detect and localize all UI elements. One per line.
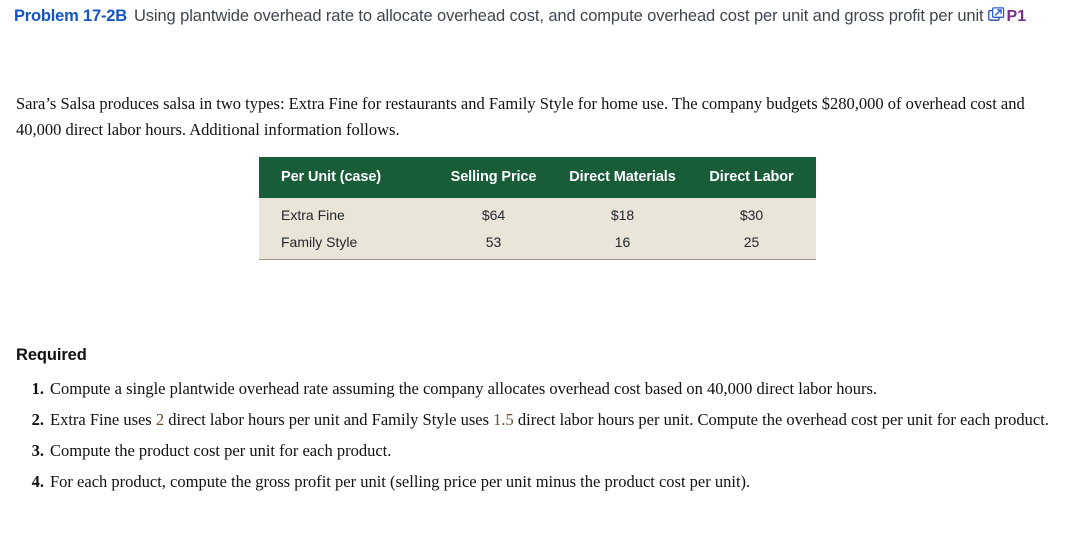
table-row: Family Style 53 16 25 bbox=[259, 229, 816, 260]
problem-label: Problem 17-2B bbox=[14, 7, 127, 25]
list-item-text: Compute the product cost per unit for ea… bbox=[50, 441, 392, 460]
list-item-text-middle: direct labor hours per unit and Family S… bbox=[164, 410, 494, 429]
required-list: 1. Compute a single plantwide overhead ra… bbox=[16, 376, 1066, 500]
intro-paragraph: Sara’s Salsa produces salsa in two types… bbox=[16, 93, 1025, 139]
list-item-number: 4. bbox=[31, 472, 44, 491]
cell-product-name: Extra Fine bbox=[259, 198, 429, 229]
list-item-number: 2. bbox=[31, 410, 44, 429]
list-item-text-before: Extra Fine uses bbox=[50, 410, 156, 429]
learning-objective-badge[interactable]: P1 bbox=[1007, 8, 1027, 25]
column-header-direct-labor: Direct Labor bbox=[687, 157, 816, 198]
column-header-selling-price: Selling Price bbox=[429, 157, 558, 198]
list-item-value-family-style-hours: 1.5 bbox=[493, 410, 514, 429]
cost-data-table-container: Per Unit (case) Selling Price Direct Mat… bbox=[259, 157, 816, 260]
list-item-number: 3. bbox=[31, 441, 44, 460]
column-header-per-unit: Per Unit (case) bbox=[259, 157, 429, 198]
cell-direct-materials: $18 bbox=[558, 198, 687, 229]
popup-window-icon[interactable] bbox=[987, 7, 1005, 24]
list-item-text: For each product, compute the gross prof… bbox=[50, 472, 751, 491]
list-item-text-after: direct labor hours per unit. Compute the… bbox=[513, 410, 1049, 429]
problem-header: Problem 17-2B Using plantwide overhead ra… bbox=[14, 4, 1054, 29]
column-header-direct-materials: Direct Materials bbox=[558, 157, 687, 198]
problem-title: Using plantwide overhead rate to allocat… bbox=[133, 7, 984, 25]
list-item-value-extra-fine-hours: 2 bbox=[155, 410, 165, 429]
required-heading: Required bbox=[16, 346, 87, 364]
cost-data-table: Per Unit (case) Selling Price Direct Mat… bbox=[259, 157, 816, 260]
table-row: Extra Fine $64 $18 $30 bbox=[259, 198, 816, 229]
table-header-row: Per Unit (case) Selling Price Direct Mat… bbox=[259, 157, 816, 198]
cell-selling-price: $64 bbox=[429, 198, 558, 229]
list-item: 1. Compute a single plantwide overhead ra… bbox=[32, 376, 1066, 401]
cell-direct-labor: $30 bbox=[687, 198, 816, 229]
table-header: Per Unit (case) Selling Price Direct Mat… bbox=[259, 157, 816, 198]
cell-direct-materials: 16 bbox=[558, 229, 687, 260]
list-item: 4. For each product, compute the gross pr… bbox=[32, 469, 1066, 494]
cell-direct-labor: 25 bbox=[687, 229, 816, 260]
table-body: Extra Fine $64 $18 $30 Family Style 53 1… bbox=[259, 198, 816, 260]
cell-product-name: Family Style bbox=[259, 229, 429, 260]
problem-page: Problem 17-2B Using plantwide overhead ra… bbox=[0, 0, 1066, 548]
list-item: 2. Extra Fine uses 2 direct labor hours p… bbox=[32, 407, 1066, 432]
list-item-text: Compute a single plantwide overhead rate… bbox=[50, 379, 878, 398]
list-item-number: 1. bbox=[31, 379, 44, 398]
cell-selling-price: 53 bbox=[429, 229, 558, 260]
list-item: 3. Compute the product cost per unit for … bbox=[32, 438, 1066, 463]
